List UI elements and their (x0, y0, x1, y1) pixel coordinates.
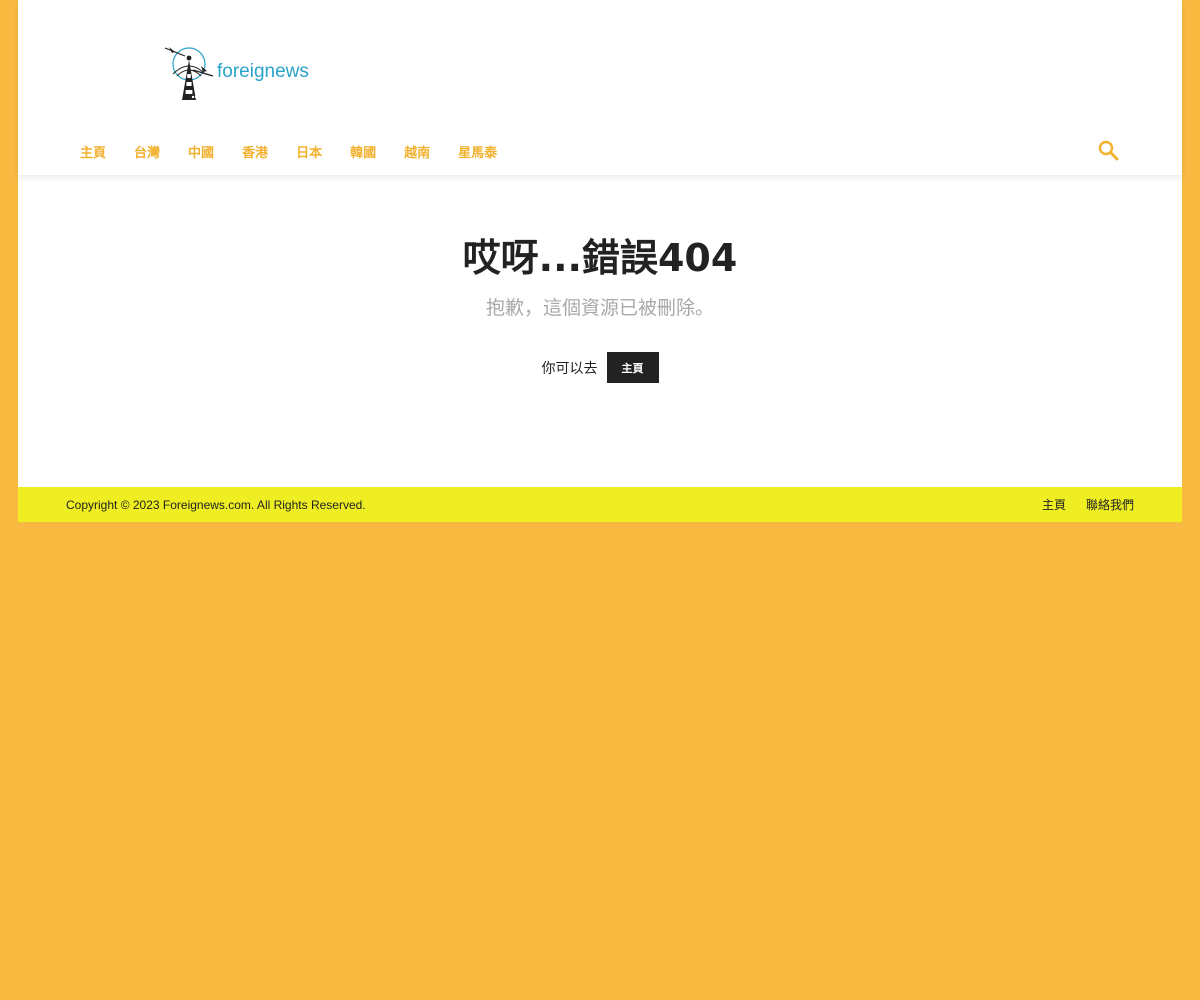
nav-item-home[interactable]: 主頁 (66, 142, 120, 161)
error-content: 哎呀...錯誤404 抱歉，這個資源已被刪除。 你可以去 主頁 (18, 175, 1182, 487)
footer-links: 主頁 聯絡我們 (1022, 496, 1134, 513)
site-header: foreignews 主頁 台灣 中國 香港 日本 韓國 越南 星馬泰 (18, 0, 1182, 175)
nav-item-hongkong[interactable]: 香港 (228, 142, 282, 161)
nav-item-japan[interactable]: 日本 (282, 142, 336, 161)
main-nav: 主頁 台灣 中國 香港 日本 韓國 越南 星馬泰 (66, 134, 511, 168)
page-container: foreignews 主頁 台灣 中國 香港 日本 韓國 越南 星馬泰 哎呀..… (18, 0, 1182, 487)
logo-text: foreignews (217, 61, 309, 82)
goto-row: 你可以去 主頁 (18, 352, 1182, 383)
goto-label: 你可以去 (541, 360, 598, 377)
search-button[interactable] (1096, 138, 1122, 164)
search-icon (1098, 140, 1119, 161)
home-button[interactable]: 主頁 (606, 352, 659, 383)
site-footer: Copyright © 2023 Foreignews.com. All Rig… (18, 487, 1182, 522)
radio-tower-icon (164, 47, 214, 100)
footer-link-contact[interactable]: 聯絡我們 (1086, 496, 1134, 513)
nav-item-china[interactable]: 中國 (174, 142, 228, 161)
site-logo[interactable]: foreignews (163, 44, 309, 102)
footer-link-home[interactable]: 主頁 (1042, 496, 1066, 513)
nav-item-taiwan[interactable]: 台灣 (120, 142, 174, 161)
nav-item-korea[interactable]: 韓國 (336, 142, 390, 161)
nav-item-vietnam[interactable]: 越南 (390, 142, 444, 161)
error-subtitle: 抱歉，這個資源已被刪除。 (485, 297, 714, 319)
nav-item-southeast-asia[interactable]: 星馬泰 (444, 142, 511, 161)
error-title: 哎呀...錯誤404 (462, 236, 738, 280)
copyright-text: Copyright © 2023 Foreignews.com. All Rig… (66, 497, 366, 512)
